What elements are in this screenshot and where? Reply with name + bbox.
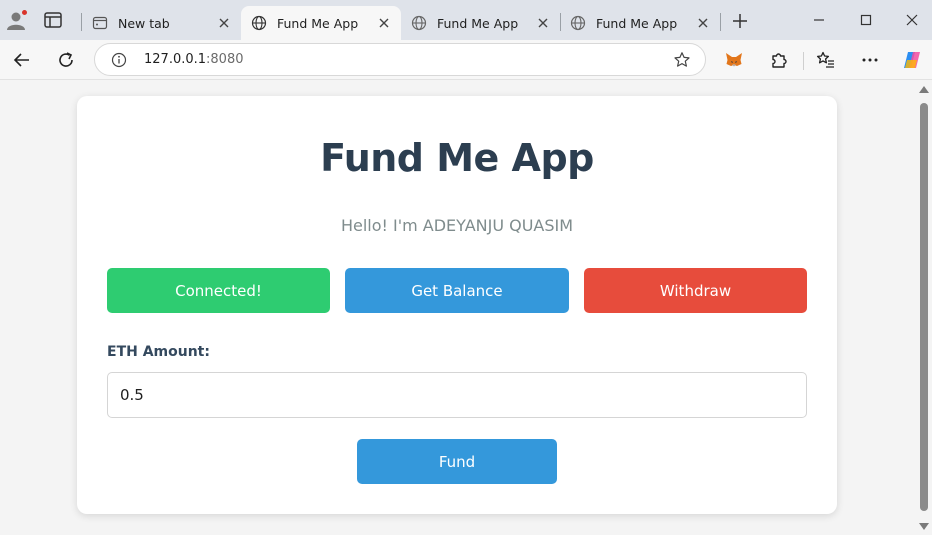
tab-fund-me-3[interactable]: Fund Me App <box>560 6 720 40</box>
tab-label: New tab <box>118 15 170 31</box>
connect-button[interactable]: Connected! <box>107 268 330 313</box>
new-tab-plus-icon[interactable] <box>731 12 749 30</box>
withdraw-button[interactable]: Withdraw <box>584 268 807 313</box>
site-info-icon[interactable] <box>111 52 127 68</box>
fund-button[interactable]: Fund <box>357 439 557 484</box>
get-balance-button[interactable]: Get Balance <box>345 268 569 313</box>
tab-label: Fund Me App <box>277 15 359 31</box>
profile-avatar[interactable] <box>6 9 28 31</box>
address-bar[interactable]: 127.0.0.1:8080 <box>94 43 706 76</box>
eth-amount-label: ETH Amount: <box>107 344 210 360</box>
browser-toolbar: 127.0.0.1:8080 <box>0 40 932 80</box>
url-port: :8080 <box>206 52 244 67</box>
url-host: 127.0.0.1 <box>144 52 207 67</box>
tab-strip: New tab Fund Me App Fund Me App Fund Me … <box>0 0 932 40</box>
copilot-icon[interactable] <box>902 50 922 70</box>
notification-dot <box>21 9 28 16</box>
scrollbar-thumb[interactable] <box>920 103 928 511</box>
fund-me-card: Fund Me App Hello! I'm ADEYANJU QUASIM C… <box>77 96 837 514</box>
favorites-list-icon[interactable] <box>816 50 836 70</box>
metamask-fox-icon[interactable] <box>724 50 744 70</box>
window-close-icon[interactable] <box>904 12 920 28</box>
greeting-text: Hello! I'm ADEYANJU QUASIM <box>340 216 574 235</box>
tab-fund-me-active[interactable]: Fund Me App <box>241 6 401 40</box>
globe-icon <box>251 15 267 31</box>
eth-amount-input[interactable] <box>107 372 807 418</box>
close-icon[interactable] <box>536 16 550 30</box>
more-options-icon[interactable] <box>860 50 880 70</box>
tab-label: Fund Me App <box>596 15 678 31</box>
globe-icon <box>411 15 427 31</box>
vertical-scrollbar[interactable] <box>916 81 932 535</box>
minimize-icon[interactable] <box>811 12 827 28</box>
tab-label: Fund Me App <box>437 15 519 31</box>
tab-fund-me-2[interactable]: Fund Me App <box>401 6 560 40</box>
favorite-star-icon[interactable] <box>673 51 691 69</box>
url-text: 127.0.0.1:8080 <box>144 52 244 67</box>
page-viewport: Fund Me App Hello! I'm ADEYANJU QUASIM C… <box>0 81 916 535</box>
scroll-up-arrow-icon[interactable] <box>919 86 929 93</box>
maximize-icon[interactable] <box>858 12 874 28</box>
scroll-down-arrow-icon[interactable] <box>919 523 929 530</box>
new-tab-page-icon <box>92 16 108 30</box>
close-icon[interactable] <box>217 16 231 30</box>
page-title: Fund Me App <box>320 136 594 180</box>
tab-separator <box>720 13 721 31</box>
refresh-icon[interactable] <box>56 50 76 70</box>
extensions-puzzle-icon[interactable] <box>769 50 789 70</box>
toolbar-divider <box>803 52 804 70</box>
close-icon[interactable] <box>696 16 710 30</box>
globe-icon <box>570 15 586 31</box>
close-icon[interactable] <box>377 16 391 30</box>
tab-actions-icon <box>44 12 62 28</box>
back-arrow-icon[interactable] <box>12 50 32 70</box>
tab-new-tab[interactable]: New tab <box>82 6 241 40</box>
tab-actions-button[interactable] <box>44 12 62 28</box>
